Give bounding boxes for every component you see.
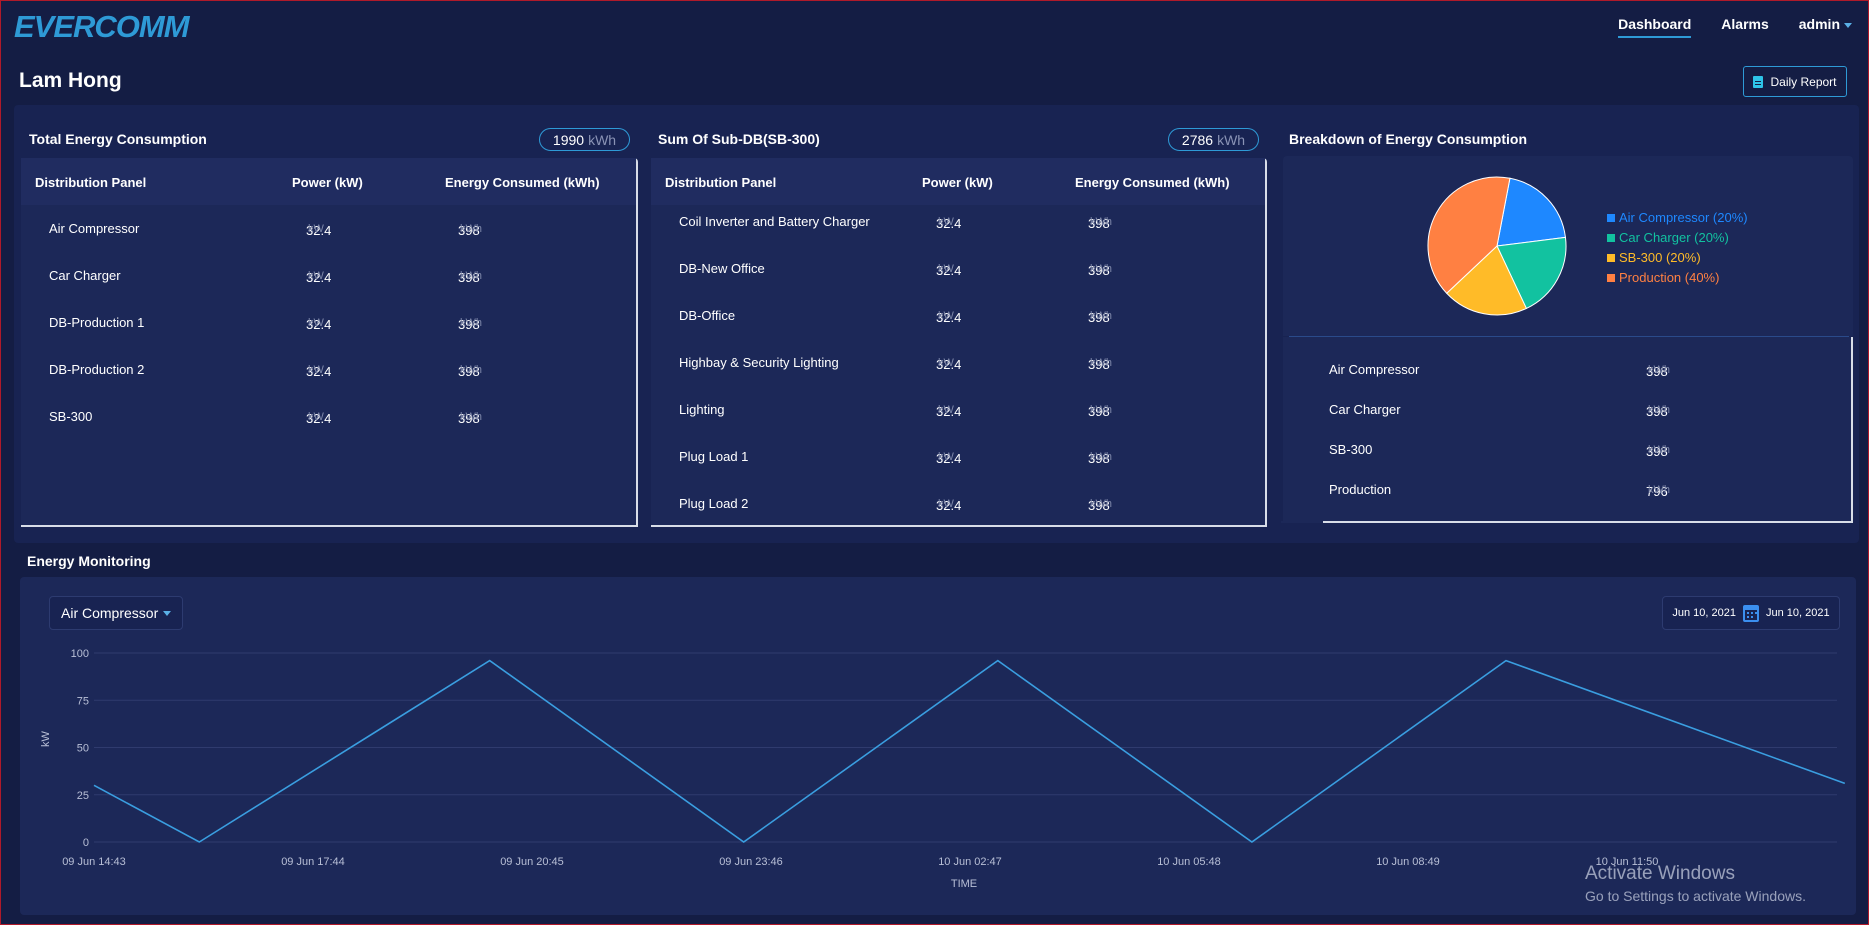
watermark-line2: Go to Settings to activate Windows. (1585, 888, 1806, 904)
x-tick-label: 10 Jun 08:49 (1376, 856, 1440, 868)
y-axis-label: kW (40, 730, 52, 747)
watermark-line1: Activate Windows (1585, 863, 1735, 884)
x-tick-label: 09 Jun 17:44 (281, 856, 345, 868)
activate-windows-watermark: Activate Windows Go to Settings to activ… (1585, 863, 1806, 904)
x-tick-label: 10 Jun 02:47 (938, 856, 1002, 868)
y-tick-label: 100 (71, 648, 89, 660)
series-line-kw (93, 659, 1846, 843)
y-tick-label: 25 (77, 790, 89, 802)
x-tick-label: 09 Jun 20:45 (500, 856, 564, 868)
x-tick-label: 09 Jun 14:43 (62, 856, 126, 868)
y-tick-label: 75 (77, 695, 89, 707)
energy-line-chart: 100 75 50 25 0 09 Jun 14:43 09 Jun 17:44 09 Jun… (40, 648, 1846, 890)
x-axis-label: TIME (951, 878, 977, 890)
x-tick-label: 09 Jun 23:46 (719, 856, 783, 868)
x-tick-label: 10 Jun 05:48 (1157, 856, 1221, 868)
y-tick-label: 50 (77, 743, 89, 755)
y-tick-label: 0 (83, 837, 89, 849)
